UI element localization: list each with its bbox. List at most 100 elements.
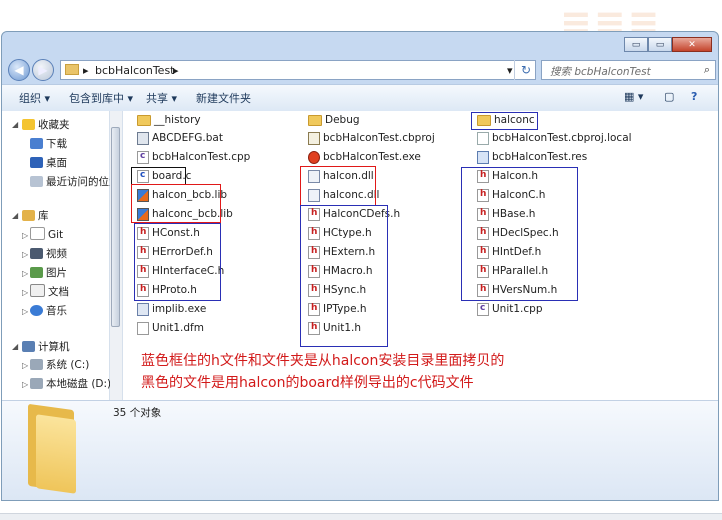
file-item[interactable]: HExtern.h bbox=[308, 244, 375, 260]
file-item[interactable]: HCtype.h bbox=[308, 225, 372, 241]
nav-desktop[interactable]: 桌面 bbox=[30, 155, 67, 170]
header-file-icon bbox=[477, 207, 489, 221]
file-item[interactable]: Halcon.h bbox=[477, 168, 538, 184]
nav-documents[interactable]: 文档 bbox=[30, 284, 69, 299]
nav-libraries[interactable]: 库 bbox=[22, 208, 49, 223]
search-icon[interactable]: ⌕ bbox=[704, 63, 710, 77]
nav-git[interactable]: Git bbox=[30, 227, 63, 241]
maximize-button[interactable]: ▭ bbox=[648, 37, 672, 52]
nav-music[interactable]: 音乐 bbox=[30, 303, 67, 318]
download-icon bbox=[30, 138, 43, 149]
nav-drive-d[interactable]: 本地磁盘 (D:) bbox=[30, 376, 111, 391]
nav-pictures[interactable]: 图片 bbox=[30, 265, 67, 280]
file-item[interactable]: HalconC.h bbox=[477, 187, 545, 203]
file-item[interactable]: halconc bbox=[477, 112, 535, 128]
search-input[interactable]: 搜索 bcbHalconTest ⌕ bbox=[541, 60, 716, 80]
file-item[interactable]: halcon_bcb.lib bbox=[137, 187, 227, 203]
header-file-icon bbox=[137, 226, 149, 240]
cpp-file-icon bbox=[137, 150, 149, 164]
documents-icon bbox=[30, 284, 45, 297]
header-file-icon bbox=[477, 169, 489, 183]
file-item[interactable]: bcbHalconTest.exe bbox=[308, 149, 421, 165]
header-file-icon bbox=[308, 226, 320, 240]
file-item[interactable]: HIntDef.h bbox=[477, 244, 541, 260]
file-item[interactable]: Unit1.dfm bbox=[137, 320, 204, 336]
library-icon bbox=[22, 210, 35, 221]
file-item[interactable]: bcbHalconTest.res bbox=[477, 149, 587, 165]
star-icon bbox=[22, 119, 35, 130]
file-item[interactable]: HVersNum.h bbox=[477, 282, 557, 298]
refresh-icon[interactable]: ↻ bbox=[514, 60, 537, 80]
picture-icon bbox=[30, 267, 43, 278]
breadcrumb-separator[interactable]: ▸ bbox=[83, 64, 89, 77]
nav-videos[interactable]: 视频 bbox=[30, 246, 67, 261]
file-item[interactable]: bcbHalconTest.cbproj.local bbox=[477, 130, 632, 146]
file-item[interactable]: HalconCDefs.h bbox=[308, 206, 400, 222]
file-item[interactable]: HErrorDef.h bbox=[137, 244, 213, 260]
file-item[interactable]: HInterfaceC.h bbox=[137, 263, 224, 279]
file-item[interactable]: __history bbox=[137, 112, 201, 128]
file-item[interactable]: HParallel.h bbox=[477, 263, 548, 279]
computer-icon bbox=[22, 341, 35, 352]
back-button[interactable]: ◀ bbox=[8, 59, 30, 81]
file-item[interactable]: halconc_bcb.lib bbox=[137, 206, 233, 222]
new-folder-button[interactable]: 新建文件夹 bbox=[196, 90, 251, 106]
nav-recent[interactable]: 最近访问的位置 bbox=[30, 174, 120, 189]
file-item[interactable]: Unit1.h bbox=[308, 320, 361, 336]
recent-icon bbox=[30, 176, 43, 187]
breadcrumb-current[interactable]: bcbHalconTest bbox=[95, 64, 175, 77]
nav-favorites[interactable]: 收藏夹 bbox=[22, 117, 70, 132]
file-item[interactable]: bcbHalconTest.cpp bbox=[137, 149, 250, 165]
file-item[interactable]: IPType.h bbox=[308, 301, 367, 317]
file-item[interactable]: HConst.h bbox=[137, 225, 200, 241]
music-icon bbox=[30, 305, 43, 316]
nav-scrollbar[interactable] bbox=[110, 111, 123, 400]
minimize-button[interactable]: ▭ bbox=[624, 37, 648, 52]
cpp-file-icon bbox=[477, 302, 489, 316]
file-item[interactable]: HDeclSpec.h bbox=[477, 225, 559, 241]
header-file-icon bbox=[308, 283, 320, 297]
dll-file-icon bbox=[308, 188, 320, 202]
file-item[interactable]: halcon.dll bbox=[308, 168, 374, 184]
header-file-icon bbox=[137, 283, 149, 297]
file-item[interactable]: implib.exe bbox=[137, 301, 206, 317]
file-item[interactable]: HMacro.h bbox=[308, 263, 372, 279]
breadcrumb-separator-end[interactable]: ▸ bbox=[173, 64, 179, 77]
nav-downloads[interactable]: 下载 bbox=[30, 136, 67, 151]
lib-file-icon bbox=[137, 188, 149, 202]
file-item[interactable]: HBase.h bbox=[477, 206, 535, 222]
organize-button[interactable]: 组织 ▾ bbox=[19, 90, 50, 106]
header-file-icon bbox=[477, 188, 489, 202]
file-item[interactable]: bcbHalconTest.cbproj bbox=[308, 130, 435, 146]
file-item[interactable]: Unit1.cpp bbox=[477, 301, 543, 317]
file-item[interactable]: board.c bbox=[137, 168, 191, 184]
forward-button[interactable]: ▶ bbox=[32, 59, 54, 81]
header-file-icon bbox=[477, 283, 489, 297]
details-pane: 35 个对象 bbox=[2, 400, 718, 500]
folder-icon bbox=[477, 114, 491, 126]
header-file-icon bbox=[308, 264, 320, 278]
annotation-line-1: 蓝色框住的h文件和文件夹是从halcon安装目录里面拷贝的 bbox=[141, 353, 505, 369]
nav-computer[interactable]: 计算机 bbox=[22, 339, 70, 354]
form-file-icon bbox=[137, 321, 149, 335]
file-icon bbox=[477, 131, 489, 145]
close-button[interactable]: ✕ bbox=[672, 37, 712, 52]
file-item[interactable]: ABCDEFG.bat bbox=[137, 130, 223, 146]
file-item[interactable]: Debug bbox=[308, 112, 360, 128]
scrollbar-thumb[interactable] bbox=[111, 127, 120, 327]
preview-pane-button[interactable]: ▢ bbox=[664, 90, 674, 103]
file-item[interactable]: HProto.h bbox=[137, 282, 197, 298]
include-in-library-button[interactable]: 包含到库中 ▾ bbox=[69, 90, 133, 106]
header-file-icon bbox=[308, 321, 320, 335]
address-bar[interactable]: ▸ bcbHalconTest ▸ ▾ bbox=[60, 60, 536, 80]
navigation-pane: ◢ 收藏夹 下载 桌面 最近访问的位置 ◢ 库 ▷ Git ▷ 视频 ▷ 图片 … bbox=[2, 111, 120, 400]
nav-drive-c[interactable]: 系统 (C:) bbox=[30, 357, 89, 372]
view-options-button[interactable]: ▦ ▾ bbox=[624, 90, 643, 103]
help-icon[interactable]: ? bbox=[691, 90, 697, 103]
file-item[interactable]: HSync.h bbox=[308, 282, 366, 298]
share-button[interactable]: 共享 ▾ bbox=[146, 90, 177, 106]
video-icon bbox=[30, 248, 43, 259]
file-item[interactable]: halconc.dll bbox=[308, 187, 379, 203]
address-dropdown-icon[interactable]: ▾ bbox=[507, 64, 513, 77]
drive-icon bbox=[30, 359, 43, 370]
